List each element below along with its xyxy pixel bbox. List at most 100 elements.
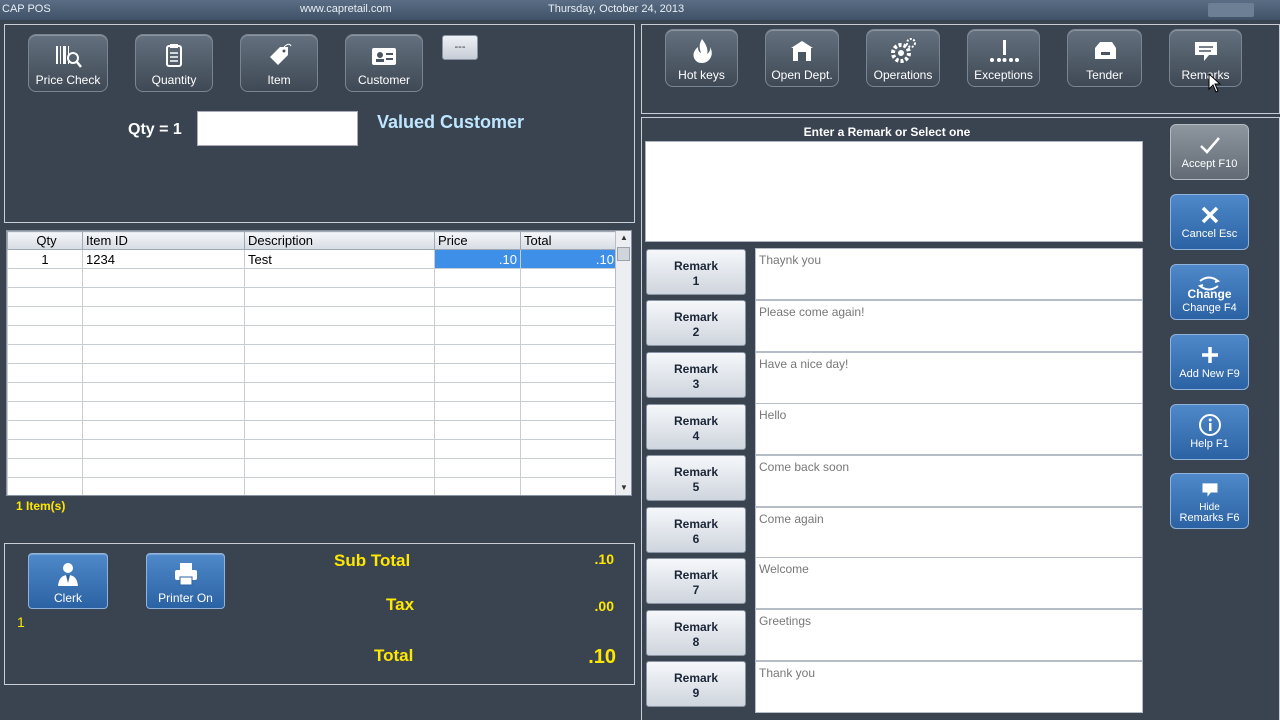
scroll-down-icon[interactable]: ▼ — [616, 481, 631, 495]
remark-button-5[interactable]: Remark 5 — [646, 455, 746, 501]
subtotal-value: .10 — [594, 551, 614, 567]
window-control-button[interactable] — [1208, 3, 1254, 17]
cancel-button[interactable]: Cancel Esc — [1170, 194, 1249, 250]
scroll-thumb[interactable] — [617, 247, 630, 261]
open-dept-button[interactable]: Open Dept. — [765, 29, 839, 87]
remark-button-8[interactable]: Remark 8 — [646, 610, 746, 656]
grid-scrollbar[interactable]: ▲ ▼ — [615, 231, 631, 495]
total-label: Total — [374, 646, 414, 665]
id-card-icon — [372, 48, 396, 65]
items-grid: Qty Item ID Description Price Total 1 12… — [6, 230, 632, 496]
table-row[interactable] — [7, 420, 618, 440]
change-title: Change — [1187, 287, 1232, 301]
table-row[interactable] — [7, 382, 618, 402]
hot-keys-button[interactable]: Hot keys — [665, 29, 738, 87]
table-row[interactable] — [7, 363, 618, 383]
operations-button[interactable]: Operations — [866, 29, 940, 87]
remark-button-1[interactable]: Remark 1 — [646, 249, 746, 295]
table-row[interactable] — [7, 306, 618, 326]
quantity-button[interactable]: Quantity — [135, 34, 213, 92]
table-row[interactable] — [7, 287, 618, 307]
date-label: Thursday, October 24, 2013 — [548, 3, 685, 15]
table-row[interactable] — [7, 401, 618, 421]
cell-total: .10 — [520, 249, 618, 269]
table-row[interactable] — [7, 458, 618, 478]
price-check-button[interactable]: Price Check — [28, 34, 108, 92]
table-row[interactable] — [7, 477, 618, 495]
table-row[interactable] — [7, 344, 618, 364]
exceptions-button[interactable]: Exceptions — [967, 29, 1040, 87]
remark-text-7[interactable]: Welcome — [755, 557, 1143, 609]
add-new-button[interactable]: Add New F9 — [1170, 334, 1249, 390]
table-row[interactable] — [7, 439, 618, 459]
barcode-search-icon — [56, 46, 82, 68]
customer-label: Customer — [357, 73, 410, 87]
tax-value: .00 — [594, 598, 614, 614]
cell-item-id: 1234 — [82, 249, 245, 269]
table-row[interactable] — [7, 325, 618, 345]
remark-button-4[interactable]: Remark 4 — [646, 404, 746, 450]
tax-label: Tax — [386, 595, 415, 614]
grid-header-row: Qty Item ID Description Price Total — [7, 231, 618, 250]
column-header[interactable]: Price — [434, 231, 521, 250]
change-button[interactable]: Change Change F4 — [1170, 264, 1249, 320]
remark-button-3[interactable]: Remark 3 — [646, 352, 746, 398]
change-label: Change F4 — [1182, 302, 1237, 314]
exclamation-icon — [989, 40, 1019, 62]
help-button[interactable]: Help F1 — [1170, 404, 1249, 460]
qty-label: Qty = 1 — [128, 121, 182, 138]
column-header[interactable]: Total — [520, 231, 618, 250]
customer-type-label: Valued Customer — [377, 112, 525, 132]
remark-text-9[interactable]: Thank you — [755, 661, 1143, 713]
website-label: www.capretail.com — [300, 3, 392, 15]
clerk-button[interactable]: Clerk — [28, 553, 108, 609]
customer-button[interactable]: Customer — [345, 34, 423, 92]
items-count: 1 Item(s) — [16, 499, 66, 513]
info-icon — [1198, 414, 1221, 436]
remark-text-6[interactable]: Come again — [755, 507, 1143, 559]
item-button[interactable]: Item — [240, 34, 318, 92]
remark-button-9[interactable]: Remark 9 — [646, 661, 746, 707]
fire-icon — [693, 39, 712, 63]
printer-button[interactable]: Printer On — [146, 553, 225, 609]
column-header[interactable]: Qty — [7, 231, 83, 250]
more-options-button[interactable]: --- — [442, 35, 478, 60]
title-bar: CAP POS www.capretail.com Thursday, Octo… — [0, 0, 1280, 20]
remark-text-1[interactable]: Thaynk you — [755, 248, 1143, 300]
clerk-label: Clerk — [53, 591, 82, 605]
remark-text-5[interactable]: Come back soon — [755, 455, 1143, 507]
app-title: CAP POS — [2, 3, 51, 15]
accept-button[interactable]: Accept F10 — [1170, 124, 1249, 180]
table-row[interactable] — [7, 268, 618, 288]
remarks-button[interactable]: Remarks — [1169, 29, 1242, 87]
remarks-title: Enter a Remark or Select one — [803, 125, 971, 139]
remark-text-4[interactable]: Hello — [755, 403, 1143, 455]
remark-text-3[interactable]: Have a nice day! — [755, 352, 1143, 404]
cell-description: Test — [244, 249, 435, 269]
clerk-person-icon — [58, 563, 78, 586]
tender-button[interactable]: Tender — [1067, 29, 1142, 87]
hide-remarks-label: Remarks F6 — [1179, 512, 1240, 524]
remark-button-7[interactable]: Remark 7 — [646, 558, 746, 604]
scroll-up-icon[interactable]: ▲ — [616, 231, 631, 245]
close-icon — [1201, 206, 1218, 224]
gears-icon — [891, 38, 916, 63]
exceptions-label: Exceptions — [974, 68, 1033, 82]
hide-remarks-button[interactable]: Hide Remarks F6 — [1170, 473, 1249, 529]
column-header[interactable]: Description — [244, 231, 435, 250]
table-row[interactable]: 1 1234 Test .10 .10 — [7, 249, 618, 269]
remarks-label: Remarks — [1181, 68, 1230, 82]
price-check-label: Price Check — [35, 73, 101, 87]
column-header[interactable]: Item ID — [82, 231, 245, 250]
remark-button-2[interactable]: Remark 2 — [646, 300, 746, 346]
remark-entry-textarea[interactable] — [645, 141, 1143, 242]
cancel-label: Cancel Esc — [1181, 228, 1238, 240]
item-entry-input[interactable] — [197, 111, 358, 146]
tender-label: Tender — [1086, 68, 1123, 82]
mouse-cursor-icon — [1208, 73, 1222, 93]
remark-button-6[interactable]: Remark 6 — [646, 507, 746, 553]
store-icon — [791, 41, 813, 61]
remark-text-8[interactable]: Greetings — [755, 609, 1143, 661]
remark-text-2[interactable]: Please come again! — [755, 300, 1143, 352]
cash-drawer-icon — [1094, 42, 1116, 59]
